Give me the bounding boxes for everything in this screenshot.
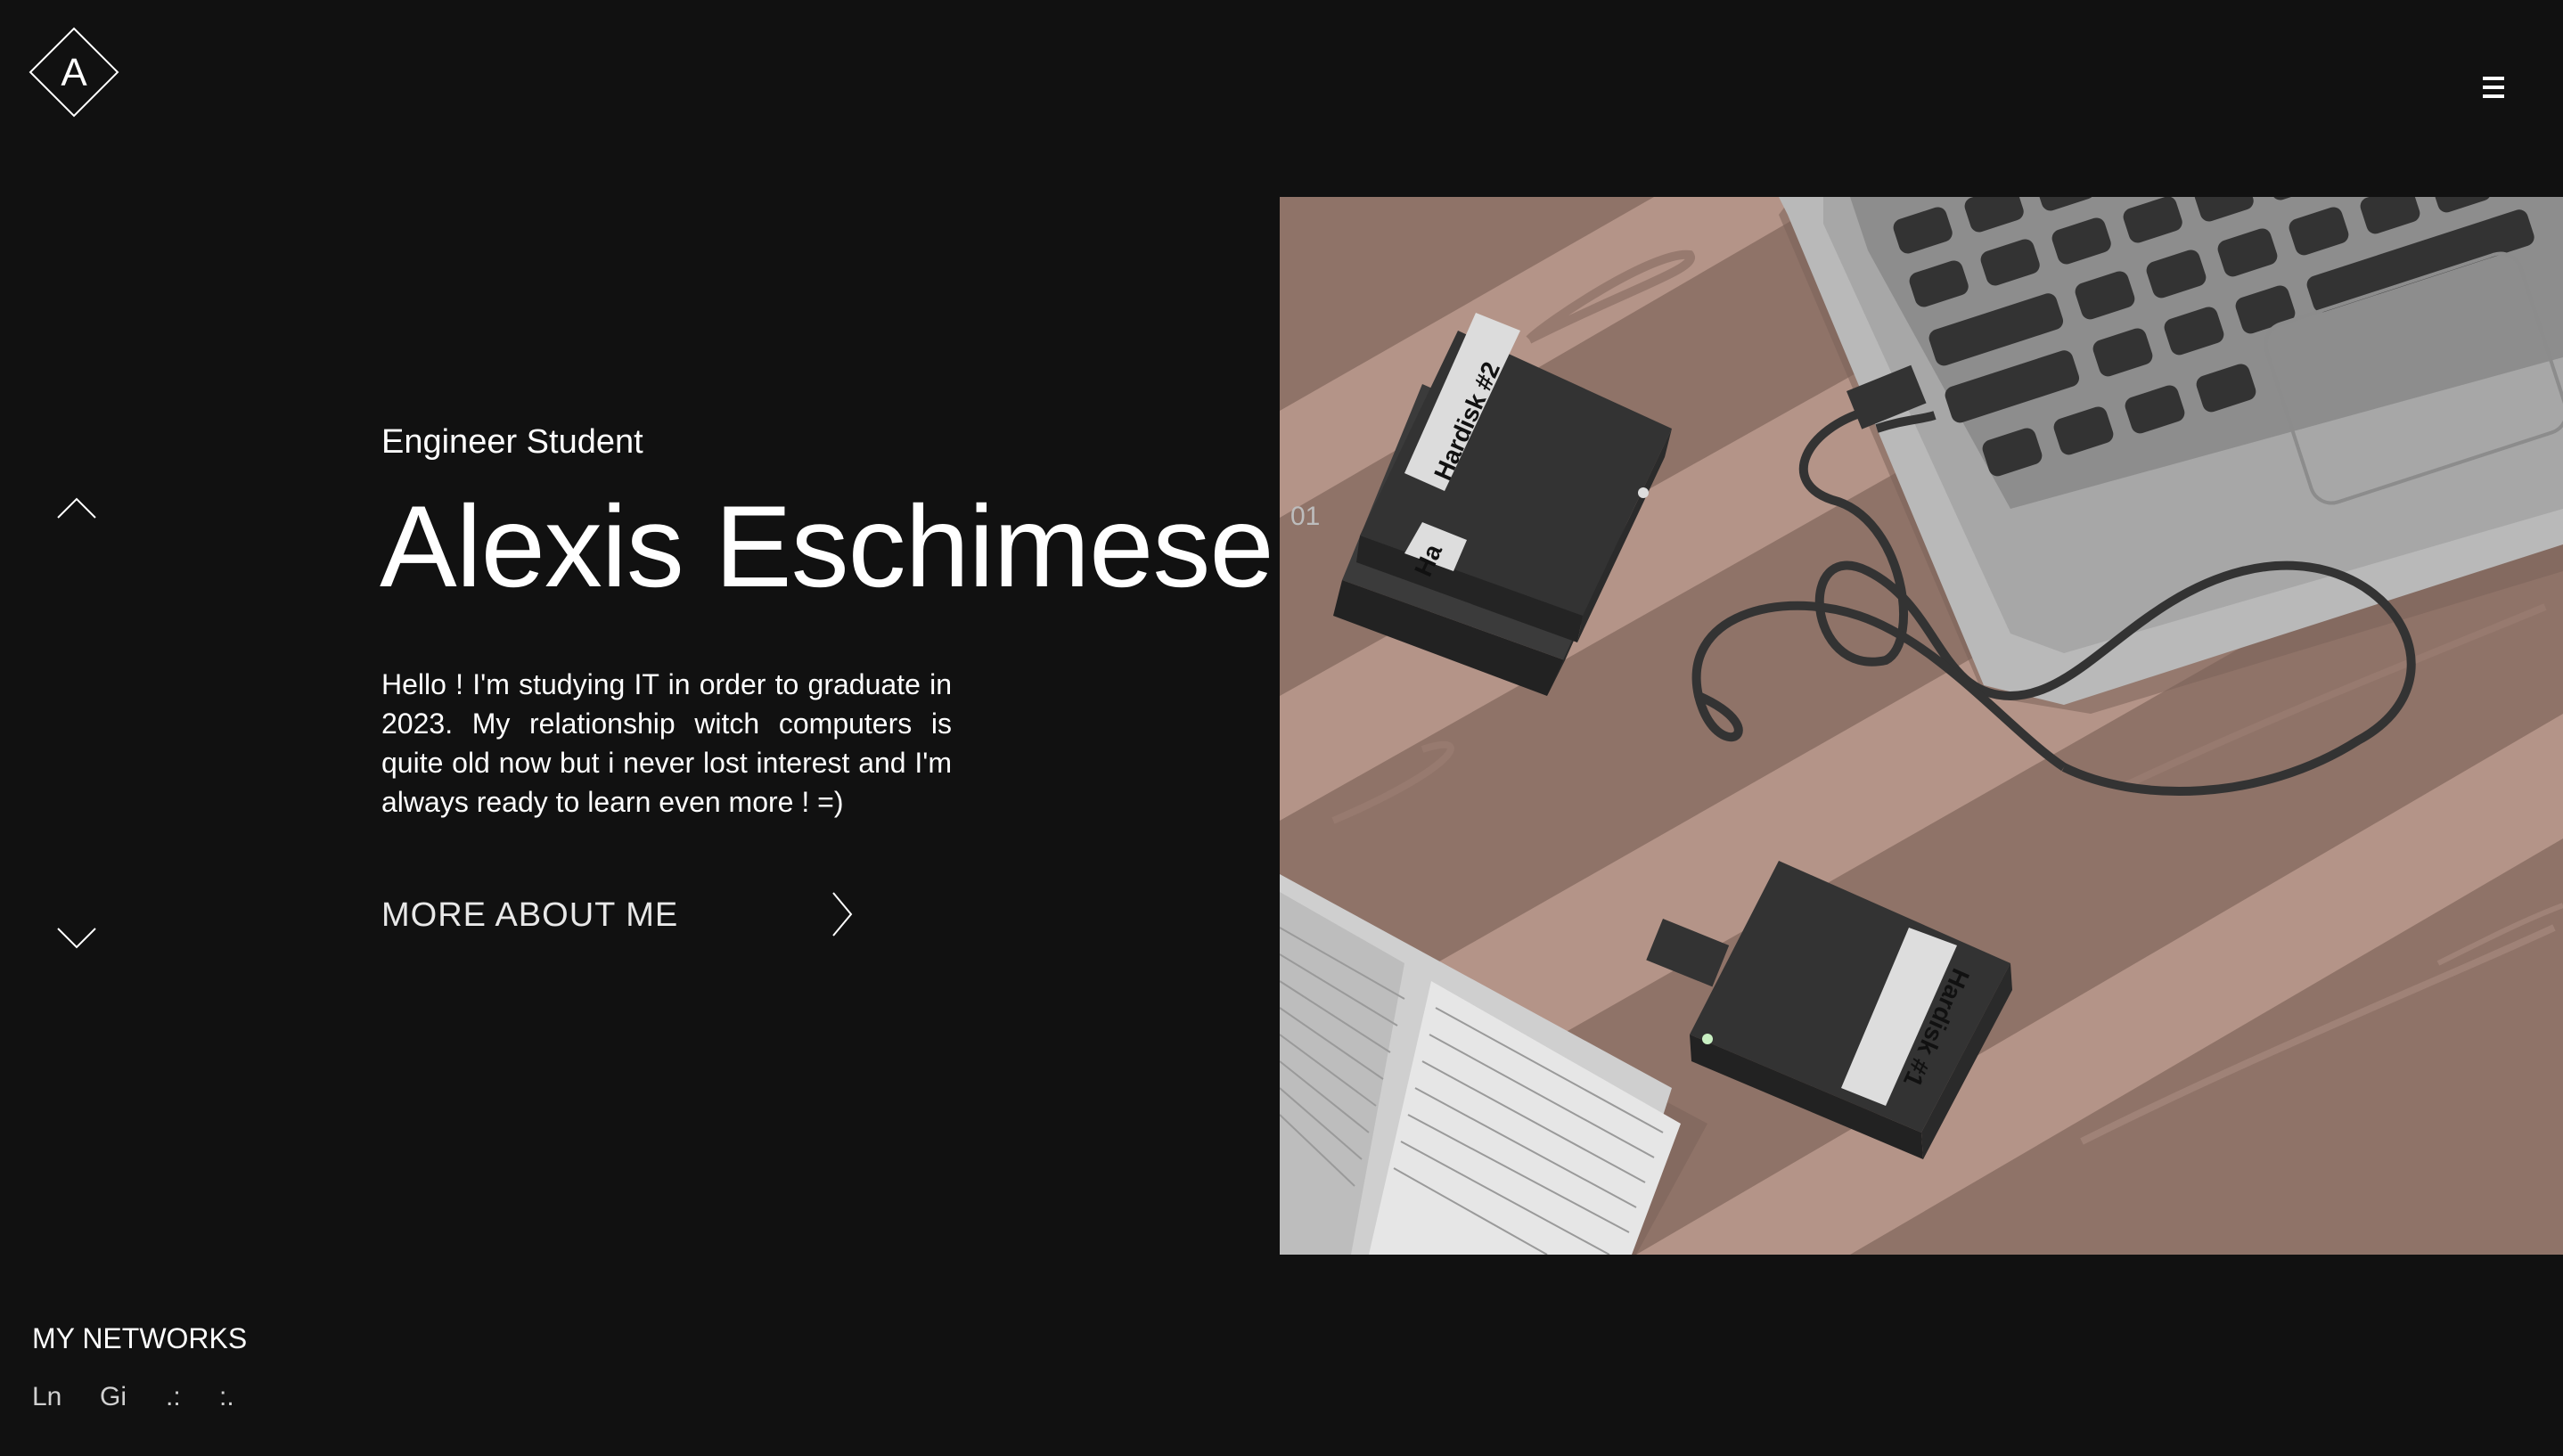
more-about-me-link[interactable]: MORE ABOUT ME (381, 889, 863, 943)
network-link-github[interactable]: Gi (100, 1379, 166, 1415)
logo-letter: A (61, 51, 87, 94)
page: A Engineer Student Alexis Eschimese 01 H… (0, 0, 2563, 1456)
hero-illustration: Hardisk #2 Ha Hardisk #1 (1280, 197, 2563, 1255)
network-link-4[interactable]: :. (219, 1379, 255, 1415)
more-about-me-label: MORE ABOUT ME (381, 896, 679, 934)
slide-number: 01 (1290, 502, 1321, 531)
networks-title: MY NETWORKS (32, 1322, 248, 1354)
hero-subtitle: Engineer Student (381, 423, 643, 461)
chevron-down-icon[interactable] (55, 925, 98, 952)
hamburger-icon[interactable] (2474, 70, 2513, 105)
desk-illustration: Hardisk #2 Ha Hardisk #1 (1280, 197, 2563, 1255)
logo[interactable]: A (29, 27, 119, 118)
hero-title: Alexis Eschimese (380, 481, 1274, 611)
networks-list: Ln Gi .: :. (32, 1379, 255, 1415)
chevron-up-icon[interactable] (55, 495, 98, 521)
hero-intro: Hello ! I'm studying IT in order to grad… (381, 668, 952, 818)
chevron-right-icon (832, 892, 853, 937)
network-link-3[interactable]: .: (166, 1379, 219, 1415)
network-link-linkedin[interactable]: Ln (32, 1379, 100, 1415)
